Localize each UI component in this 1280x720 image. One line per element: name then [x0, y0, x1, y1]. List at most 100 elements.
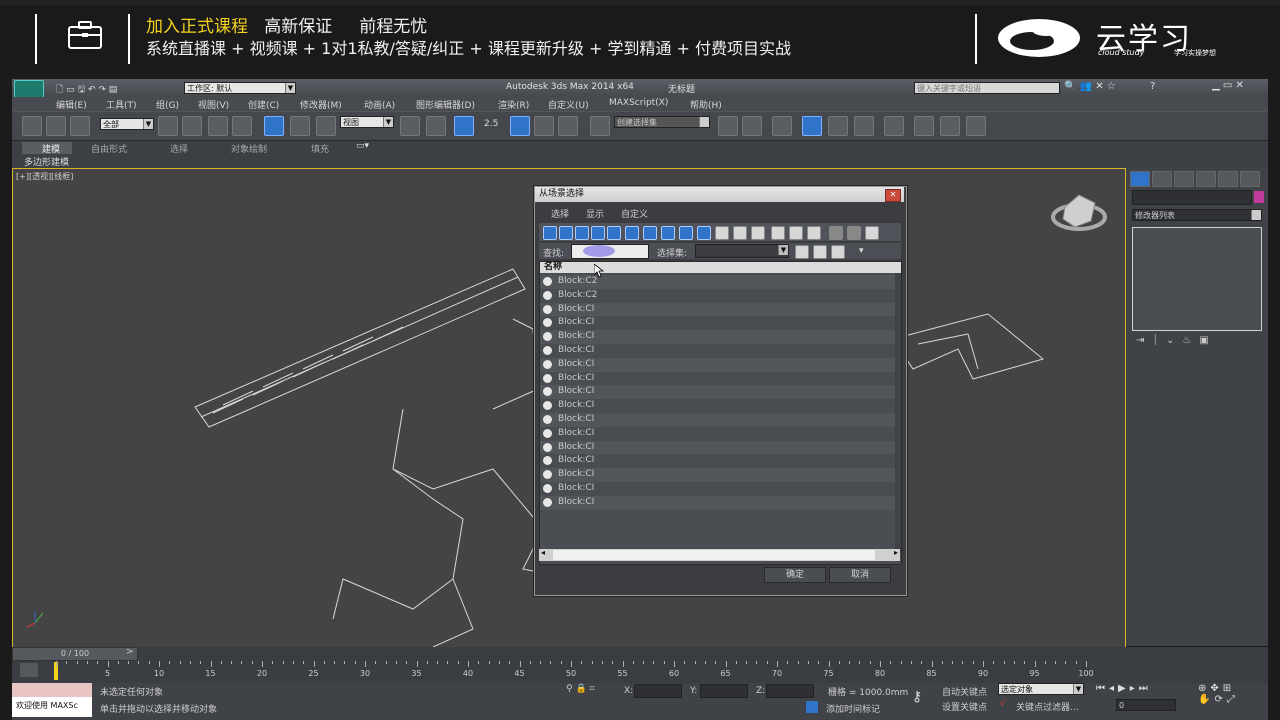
menu-edit[interactable]: 编辑(E)	[56, 98, 87, 111]
list-item[interactable]: Block:CI	[540, 357, 895, 372]
viewport-nav-controls[interactable]: ⊕✥⊞ ✋⟳⤢	[1198, 683, 1239, 705]
display-all-icon[interactable]	[751, 226, 765, 240]
display-bones-icon[interactable]	[679, 226, 693, 240]
workspace-dropdown[interactable]: 工作区: 默认 ▼	[184, 82, 296, 94]
list-item[interactable]: Block:CI	[540, 371, 895, 386]
material-editor-icon[interactable]	[884, 116, 904, 136]
display-hidden-icon[interactable]	[733, 226, 747, 240]
timeline-ruler[interactable]: 5 10 15 20 25 30 35 40 45 50 55 60 65 70 75 80 85 90 95 100	[56, 661, 1094, 683]
select-all-icon[interactable]	[771, 226, 785, 240]
list-item[interactable]: Block:CI	[540, 426, 895, 441]
display-groups-icon[interactable]	[643, 226, 657, 240]
link-icon[interactable]	[22, 116, 42, 136]
display-frozen-icon[interactable]	[715, 226, 729, 240]
menu-group[interactable]: 组(G)	[156, 98, 179, 111]
schematic-view-icon[interactable]	[854, 116, 874, 136]
select-object-icon[interactable]	[158, 116, 178, 136]
menu-animation[interactable]: 动画(A)	[364, 98, 395, 111]
angle-snap-icon[interactable]	[510, 116, 530, 136]
display-shapes-icon[interactable]	[559, 226, 573, 240]
named-selection-dropdown[interactable]: 创建选择集 ▼	[614, 116, 710, 128]
unlink-icon[interactable]	[46, 116, 66, 136]
render-setup-icon[interactable]	[914, 116, 934, 136]
display-cameras-icon[interactable]	[591, 226, 605, 240]
snap-toggle[interactable]: 2.5	[484, 119, 498, 129]
quick-access-icons[interactable]: 🗋 ▭ 🖫 ↶ ↷ ▤	[56, 82, 117, 98]
list-item[interactable]: Block:CI	[540, 399, 895, 414]
layer-manager-icon[interactable]	[772, 116, 792, 136]
modify-tab-icon[interactable]	[1152, 171, 1172, 187]
menu-views[interactable]: 视图(V)	[198, 98, 229, 111]
object-name-field[interactable]	[1132, 190, 1252, 205]
search-input[interactable]: 键入关键字或短语	[914, 82, 1060, 94]
selset-create-icon[interactable]	[795, 245, 809, 259]
utilities-tab-icon[interactable]	[1240, 171, 1260, 187]
bind-spacewarp-icon[interactable]	[70, 116, 90, 136]
selset-options-icon[interactable]: ▾	[859, 246, 864, 256]
window-controls[interactable]: ▁ ▭ ✕	[1212, 80, 1244, 91]
motion-tab-icon[interactable]	[1196, 171, 1216, 187]
menu-tools[interactable]: 工具(T)	[106, 98, 137, 111]
menu-graph-editors[interactable]: 图形编辑器(D)	[416, 98, 475, 111]
tab-modeling[interactable]: 建模	[42, 142, 60, 155]
list-item[interactable]: Block:CI	[540, 482, 895, 496]
x-coord-input[interactable]	[634, 684, 682, 698]
modifier-list-dropdown[interactable]: 修改器列表 ▼	[1132, 209, 1262, 221]
display-lights-icon[interactable]	[575, 226, 589, 240]
y-coord-input[interactable]	[700, 684, 748, 698]
display-containers-icon[interactable]	[697, 226, 711, 240]
mirror-icon[interactable]	[718, 116, 738, 136]
select-by-name-icon[interactable]	[182, 116, 202, 136]
list-item[interactable]: Block:CI	[540, 413, 895, 427]
list-item[interactable]: Block:CI	[540, 302, 895, 317]
select-invert-icon[interactable]	[807, 226, 821, 240]
menu-customize[interactable]: 自定义(U)	[548, 98, 589, 111]
filter-icon[interactable]	[829, 226, 843, 240]
window-crossing-icon[interactable]	[232, 116, 252, 136]
toolbar-options-icon[interactable]	[865, 226, 879, 240]
maxscript-listener-top[interactable]	[12, 683, 92, 697]
edit-named-sel-icon[interactable]	[590, 116, 610, 136]
cancel-button[interactable]: 取消	[829, 567, 891, 583]
list-item[interactable]: Block:CI	[540, 385, 895, 400]
dialog-menu-select[interactable]: 选择	[551, 207, 569, 220]
help-button[interactable]: ?	[1150, 81, 1155, 92]
infocenter-icons[interactable]: 🔍 👥 ✕ ☆	[1064, 81, 1116, 92]
select-rotate-icon[interactable]	[290, 116, 310, 136]
render-production-icon[interactable]	[966, 116, 986, 136]
tab-freeform[interactable]: 自由形式	[91, 142, 127, 155]
pivot-center-icon[interactable]	[400, 116, 420, 136]
tab-selection[interactable]: 选择	[170, 142, 188, 155]
maxscript-mini-listener[interactable]: 欢迎使用 MAXSc	[12, 697, 92, 717]
spinner-snap-icon[interactable]	[558, 116, 578, 136]
ribbon-options-icon[interactable]: ▭▾	[356, 141, 369, 151]
list-hscrollbar[interactable]: ◂ ▸	[539, 548, 900, 561]
ribbon-sub-label[interactable]: 多边形建模	[24, 155, 69, 168]
reference-coord-dropdown[interactable]: 视图 ▼	[340, 116, 394, 128]
list-item[interactable]: Block:CI	[540, 316, 895, 331]
key-icon[interactable]: ⚷	[912, 689, 922, 705]
time-slider-next-icon[interactable]: >	[126, 647, 134, 657]
list-item[interactable]: Block:CI	[540, 344, 895, 358]
menu-create[interactable]: 创建(C)	[248, 98, 279, 111]
ok-button[interactable]: 确定	[764, 567, 826, 583]
z-coord-input[interactable]	[766, 684, 814, 698]
tab-object-paint[interactable]: 对象绘制	[231, 142, 267, 155]
select-scale-icon[interactable]	[316, 116, 336, 136]
object-list[interactable]: 名称 Block:C2 Block:C2 Block:CI Block:CI Block…	[539, 261, 902, 565]
selection-filter-dropdown[interactable]: 全部 ▼	[100, 118, 154, 130]
display-tab-icon[interactable]	[1218, 171, 1238, 187]
select-move-icon[interactable]	[264, 116, 284, 136]
time-slider[interactable]: 0 / 100	[12, 647, 138, 661]
curve-editor-icon[interactable]	[828, 116, 848, 136]
list-item[interactable]: Block:CI	[540, 454, 895, 469]
selset-remove-icon[interactable]	[831, 245, 845, 259]
time-tag-icon[interactable]	[806, 701, 818, 713]
sort-icon[interactable]	[847, 226, 861, 240]
dialog-menu-customize[interactable]: 自定义	[621, 207, 648, 220]
list-item[interactable]: Block:CI	[540, 440, 895, 455]
display-helpers-icon[interactable]	[607, 226, 621, 240]
current-frame-input[interactable]: 0	[1116, 699, 1176, 711]
isolate-lock-icons[interactable]: ⚲ 🔒 ⌗	[566, 684, 595, 694]
key-filters-button[interactable]: 关键点过滤器...	[1016, 700, 1079, 713]
